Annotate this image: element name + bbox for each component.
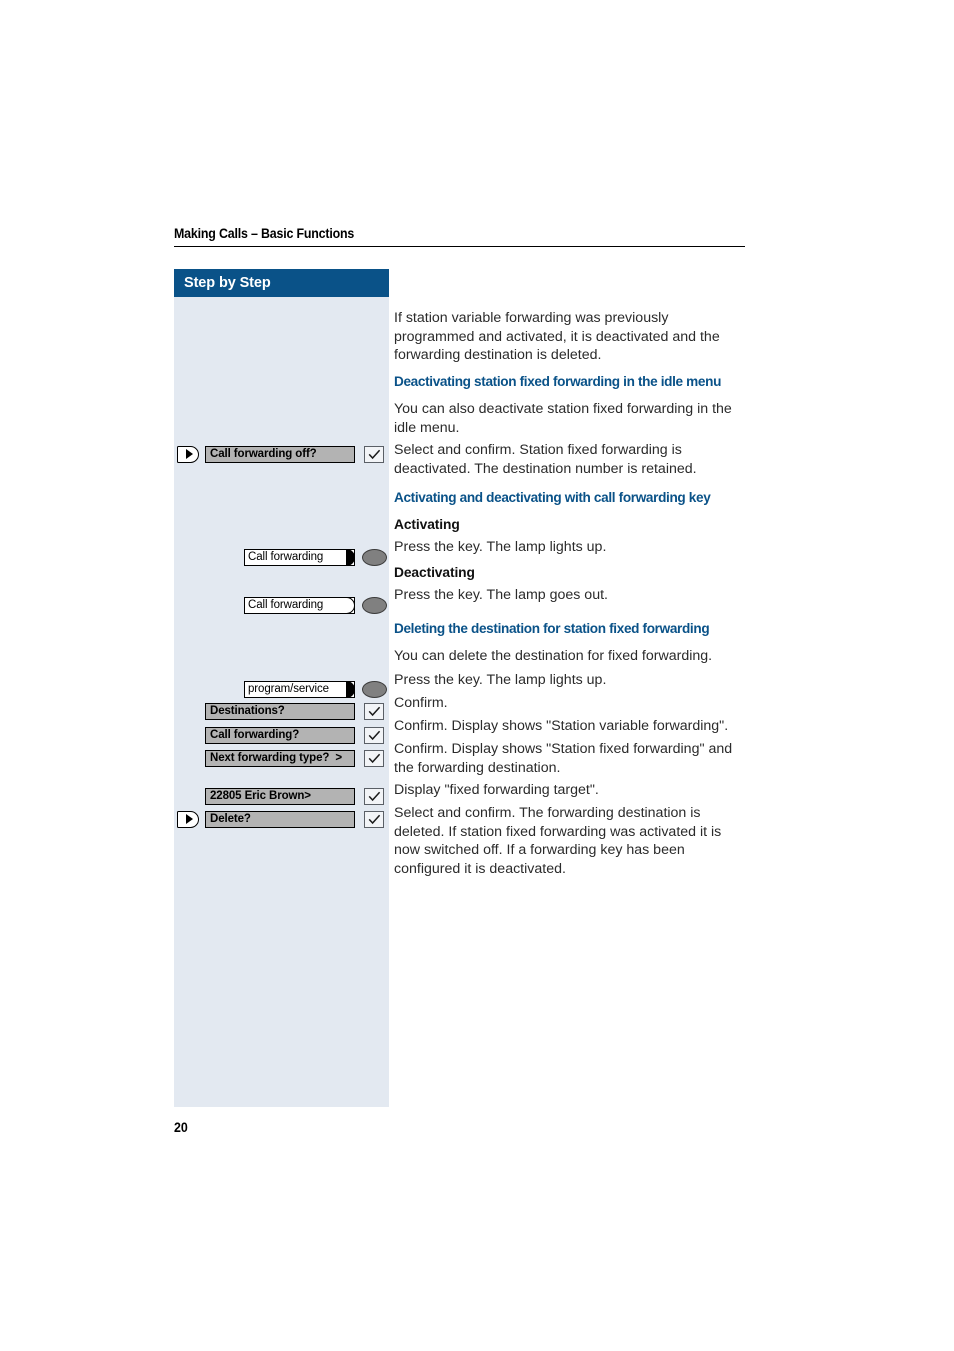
- next-arrow-icon: >: [335, 752, 342, 764]
- step-row: Call forwarding off?: [174, 444, 389, 464]
- content-block: Activating: [394, 516, 746, 533]
- confirm-checkmark-key[interactable]: [364, 726, 384, 744]
- page-number: 20: [174, 1120, 188, 1135]
- step-row: 22805 Eric Brown>: [174, 786, 389, 806]
- confirm-checkmark-key[interactable]: [364, 787, 384, 805]
- body-paragraph: Display "fixed forwarding target".: [394, 782, 599, 798]
- step-by-step-title: Step by Step: [174, 269, 389, 297]
- content-block: Select and confirm. Station fixed forwar…: [394, 441, 746, 478]
- display-menu-entry[interactable]: Call forwarding?: [205, 726, 355, 744]
- function-key-label[interactable]: Call forwarding: [244, 548, 355, 566]
- section-heading: Activating and deactivating with call fo…: [394, 490, 711, 505]
- body-paragraph: Confirm. Display shows "Station variable…: [394, 718, 729, 734]
- content-block: If station variable forwarding was previ…: [394, 309, 746, 365]
- display-menu-entry-label: Next forwarding type?: [210, 752, 330, 764]
- phone-key-icon[interactable]: [362, 680, 387, 698]
- function-key-label-text: Call forwarding: [248, 599, 324, 611]
- step-row: Delete?: [174, 809, 389, 829]
- body-paragraph: Press the key. The lamp goes out.: [394, 587, 608, 603]
- confirm-checkmark-key[interactable]: [364, 810, 384, 828]
- body-paragraph: Select and confirm. The forwarding desti…: [394, 805, 722, 877]
- display-menu-entry-label: 22805 Eric Brown>: [210, 790, 311, 802]
- confirm-checkmark-key[interactable]: [364, 445, 384, 463]
- step-by-step-column: Step by Step Call forwarding off? Call fo…: [174, 269, 389, 1107]
- step-row: Call forwarding: [174, 547, 389, 567]
- display-menu-entry[interactable]: Destinations?: [205, 702, 355, 720]
- confirm-checkmark-key[interactable]: [364, 702, 384, 720]
- body-paragraph: You can also deactivate station fixed fo…: [394, 401, 732, 436]
- display-menu-entry-label: Destinations?: [210, 705, 285, 717]
- content-block: Confirm. Display shows "Station variable…: [394, 717, 746, 736]
- content-block: Display "fixed forwarding target".: [394, 781, 746, 800]
- display-menu-entry-label: Delete?: [210, 813, 251, 825]
- section-heading: Deactivating station fixed forwarding in…: [394, 374, 722, 389]
- function-key-label[interactable]: Call forwarding: [244, 596, 355, 614]
- content-block: Select and confirm. The forwarding desti…: [394, 804, 746, 878]
- navigation-rocker-icon[interactable]: [177, 810, 199, 828]
- phone-key-icon[interactable]: [362, 548, 387, 566]
- display-menu-entry[interactable]: Next forwarding type? >: [205, 749, 355, 767]
- body-paragraph: Press the key. The lamp lights up.: [394, 672, 607, 688]
- confirm-checkmark-key[interactable]: [364, 749, 384, 767]
- page-header: Making Calls – Basic Functions: [174, 226, 745, 247]
- content-block: Deactivating: [394, 564, 746, 581]
- content-block: Confirm.: [394, 694, 746, 713]
- display-menu-entry-label: Call forwarding?: [210, 729, 300, 741]
- phone-key-icon[interactable]: [362, 596, 387, 614]
- content-block: Deactivating station fixed forwarding in…: [394, 373, 746, 390]
- content-block: You can also deactivate station fixed fo…: [394, 400, 746, 437]
- navigation-rocker-icon[interactable]: [177, 445, 199, 463]
- content-block: Press the key. The lamp goes out.: [394, 586, 746, 605]
- step-row: Next forwarding type? >: [174, 748, 389, 768]
- step-row: Destinations?: [174, 701, 389, 721]
- page-header-title: Making Calls – Basic Functions: [174, 226, 355, 241]
- content-block: Activating and deactivating with call fo…: [394, 489, 746, 506]
- body-paragraph: If station variable forwarding was previ…: [394, 310, 720, 364]
- body-paragraph: Confirm.: [394, 695, 448, 711]
- function-key-label-text: program/service: [248, 683, 329, 695]
- section-heading: Deleting the destination for station fix…: [394, 621, 710, 636]
- step-row: Call forwarding?: [174, 725, 389, 745]
- content-block: Press the key. The lamp lights up.: [394, 671, 746, 690]
- function-key-label-text: Call forwarding: [248, 551, 324, 563]
- subsection-heading: Activating: [394, 517, 460, 532]
- subsection-heading: Deactivating: [394, 565, 475, 580]
- body-paragraph: Select and confirm. Station fixed forwar…: [394, 442, 697, 477]
- page-header-rule: [174, 246, 745, 247]
- display-menu-entry[interactable]: Call forwarding off?: [205, 445, 355, 463]
- display-menu-entry-label: Call forwarding off?: [210, 448, 317, 460]
- step-row: Call forwarding: [174, 595, 389, 615]
- function-key-label[interactable]: program/service: [244, 680, 355, 698]
- content-block: Deleting the destination for station fix…: [394, 620, 746, 637]
- display-menu-entry[interactable]: 22805 Eric Brown>: [205, 787, 355, 805]
- content-block: Confirm. Display shows "Station fixed fo…: [394, 740, 746, 777]
- body-paragraph: Confirm. Display shows "Station fixed fo…: [394, 741, 733, 776]
- display-menu-entry[interactable]: Delete?: [205, 810, 355, 828]
- step-row: program/service: [174, 679, 389, 699]
- body-paragraph: You can delete the destination for fixed…: [394, 648, 713, 664]
- content-block: Press the key. The lamp lights up.: [394, 538, 746, 557]
- content-block: You can delete the destination for fixed…: [394, 647, 746, 666]
- body-paragraph: Press the key. The lamp lights up.: [394, 539, 607, 555]
